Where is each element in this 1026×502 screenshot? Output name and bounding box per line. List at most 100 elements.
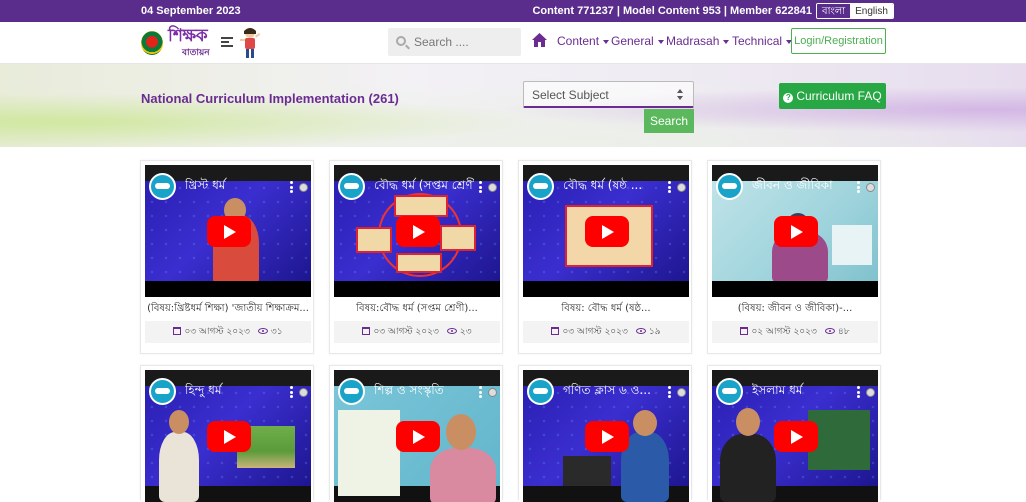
nav-technical-label: Technical xyxy=(732,34,783,48)
video-date: ০৩ আগস্ট ২০২৩ xyxy=(373,327,439,337)
channel-logo xyxy=(338,378,365,405)
eye-icon xyxy=(824,328,835,334)
chevron-down-icon xyxy=(603,39,610,44)
presenter-head xyxy=(169,410,189,434)
site-search-input[interactable] xyxy=(414,34,514,50)
more-options-icon[interactable] xyxy=(857,181,860,193)
video-thumbnail[interactable]: খ্রিস্ট ধর্ম xyxy=(145,165,311,297)
video-thumbnail[interactable]: বৌদ্ধ ধর্ম (ষষ্ঠ ... xyxy=(523,165,689,297)
subject-select[interactable]: Select Subject xyxy=(523,81,694,108)
presenter-figure xyxy=(720,434,776,502)
video-meta: ০২ আগস্ট ২০২৩ ৪৮ xyxy=(712,321,878,343)
play-button-icon[interactable] xyxy=(774,421,818,452)
play-button-icon[interactable] xyxy=(585,421,629,452)
video-overlay-title: গণিত ক্লাস ৬ ও... xyxy=(563,383,651,397)
lang-bangla-button[interactable]: বাংলা xyxy=(817,4,851,18)
channel-logo xyxy=(527,173,554,200)
video-views: ৪৮ xyxy=(837,327,850,337)
nav-technical-menu[interactable]: Technical xyxy=(732,34,793,48)
home-icon[interactable] xyxy=(532,33,547,47)
calendar-icon xyxy=(362,327,371,335)
more-options-icon[interactable] xyxy=(479,181,482,193)
calendar-icon xyxy=(551,327,560,335)
channel-logo xyxy=(716,173,743,200)
video-card[interactable]: গণিত ক্লাস ৬ ও... xyxy=(518,365,692,502)
video-title[interactable]: (বিষয়: জীবন ও জীবিকা)-... xyxy=(712,301,878,318)
channel-logo xyxy=(338,173,365,200)
video-card[interactable]: খ্রিস্ট ধর্ম (বিষয়:খ্রিষ্টধর্ম শিক্ষা) … xyxy=(140,160,314,354)
more-options-icon[interactable] xyxy=(290,386,293,398)
nav-general-menu[interactable]: General xyxy=(611,34,664,48)
channel-seal-icon xyxy=(299,183,308,192)
drawing-inset xyxy=(338,410,400,496)
govt-seal-logo[interactable] xyxy=(141,31,163,55)
question-circle-icon: ? xyxy=(783,93,794,103)
search-icon[interactable] xyxy=(396,36,406,46)
diagram-panel xyxy=(440,225,476,251)
video-thumbnail[interactable]: শিল্প ও সংস্কৃতি xyxy=(334,370,500,502)
nav-madrasah-menu[interactable]: Madrasah xyxy=(666,34,730,48)
site-logo-text[interactable]: শিক্ষক xyxy=(168,28,208,45)
video-thumbnail[interactable]: গণিত ক্লাস ৬ ও... xyxy=(523,370,689,502)
video-views: ১৯ xyxy=(648,327,661,337)
play-button-icon[interactable] xyxy=(396,216,440,247)
more-options-icon[interactable] xyxy=(857,386,860,398)
more-options-icon[interactable] xyxy=(668,181,671,193)
video-thumbnail[interactable]: ইসলাম ধর্ম xyxy=(712,370,878,502)
menu-toggle-icon[interactable] xyxy=(221,37,233,48)
laptop-graphic xyxy=(563,456,611,486)
background-graphic xyxy=(832,225,872,265)
video-thumbnail[interactable]: বৌদ্ধ ধর্ম (সপ্তম শ্রেণী) xyxy=(334,165,500,297)
nav-content-menu[interactable]: Content xyxy=(557,34,610,48)
play-button-icon[interactable] xyxy=(207,216,251,247)
play-button-icon[interactable] xyxy=(396,421,440,452)
language-switch: বাংলা English xyxy=(816,3,894,19)
main-navbar: শিক্ষক বাতায়ন Content General Madrasah … xyxy=(0,22,1026,64)
video-overlay-title: জীবন ও জীবিকা xyxy=(752,178,833,192)
model-content-label: Model Content xyxy=(623,5,700,17)
video-card[interactable]: শিল্প ও সংস্কৃতি xyxy=(329,365,503,502)
presenter-head xyxy=(736,408,760,436)
video-title[interactable]: (বিষয়:খ্রিষ্টধর্ম শিক্ষা) 'জাতীয় শিক্ষ… xyxy=(145,301,311,318)
video-card[interactable]: ইসলাম ধর্ম xyxy=(707,365,881,502)
play-button-icon[interactable] xyxy=(207,421,251,452)
play-button-icon[interactable] xyxy=(774,216,818,247)
video-date: ০৩ আগস্ট ২০২৩ xyxy=(562,327,628,337)
video-views: ৩১ xyxy=(270,327,283,337)
video-title[interactable]: বিষয়: বৌদ্ধ ধর্ম (ষষ্ঠ... xyxy=(523,301,689,318)
nav-content-label: Content xyxy=(557,34,600,48)
eye-icon xyxy=(446,328,457,334)
subject-search-button[interactable]: Search xyxy=(644,109,694,133)
presenter-figure xyxy=(159,432,199,502)
channel-seal-icon xyxy=(299,388,308,397)
video-card[interactable]: হিন্দু ধর্ম xyxy=(140,365,314,502)
channel-seal-icon xyxy=(866,183,875,192)
video-date: ০৩ আগস্ট ২০২৩ xyxy=(184,327,250,337)
channel-seal-icon xyxy=(677,388,686,397)
video-title[interactable]: বিষয়:বৌদ্ধ ধর্ম (সপ্তম শ্রেণী)... xyxy=(334,301,500,318)
video-card[interactable]: বৌদ্ধ ধর্ম (সপ্তম শ্রেণী) বিষয়:বৌদ্ধ ধর… xyxy=(329,160,503,354)
video-overlay-title: বৌদ্ধ ধর্ম (ষষ্ঠ ... xyxy=(563,178,643,192)
video-card[interactable]: বৌদ্ধ ধর্ম (ষষ্ঠ ... বিষয়: বৌদ্ধ ধর্ম (… xyxy=(518,160,692,354)
more-options-icon[interactable] xyxy=(668,386,671,398)
more-options-icon[interactable] xyxy=(290,181,293,193)
lang-english-button[interactable]: English xyxy=(850,4,893,18)
login-registration-button[interactable]: Login/Registration xyxy=(791,28,886,54)
member-count: 622841 xyxy=(775,5,812,17)
video-views: ২৩ xyxy=(459,327,472,337)
content-label: Content xyxy=(532,5,575,17)
content-count: 771237 xyxy=(577,5,614,17)
model-content-count: 953 xyxy=(702,5,721,17)
nav-madrasah-label: Madrasah xyxy=(666,34,720,48)
site-logo-subtext[interactable]: বাতায়ন xyxy=(182,45,210,60)
presenter-head xyxy=(633,410,657,436)
video-card[interactable]: জীবন ও জীবিকা (বিষয়: জীবন ও জীবিকা)-...… xyxy=(707,160,881,354)
more-options-icon[interactable] xyxy=(479,386,482,398)
curriculum-faq-button[interactable]: ? Curriculum FAQ xyxy=(779,83,886,109)
member-label: Member xyxy=(730,5,773,17)
site-stats: Content 771237 | Model Content 953 | Mem… xyxy=(532,5,812,17)
diagram-panel xyxy=(396,253,442,273)
video-thumbnail[interactable]: হিন্দু ধর্ম xyxy=(145,370,311,502)
video-thumbnail[interactable]: জীবন ও জীবিকা xyxy=(712,165,878,297)
play-button-icon[interactable] xyxy=(585,216,629,247)
